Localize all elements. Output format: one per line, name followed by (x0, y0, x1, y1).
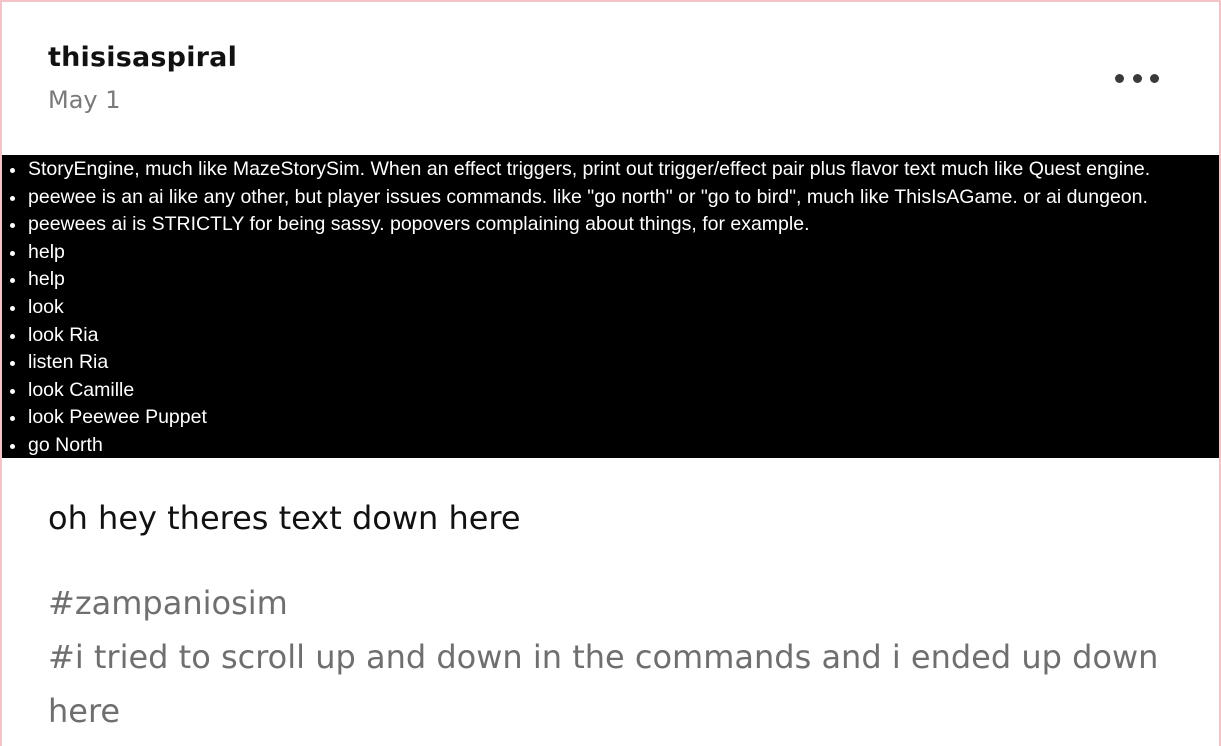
image-list-item: StoryEngine, much like MazeStorySim. Whe… (2, 156, 1219, 184)
post-header: thisisaspiral May 1 (48, 42, 237, 114)
image-list-text: help (28, 240, 65, 263)
post-image: StoryEngine, much like MazeStorySim. Whe… (2, 155, 1219, 458)
bullet-icon (10, 250, 15, 256)
image-list-item: peewees ai is STRICTLY for being sassy. … (2, 211, 1219, 239)
bullet-icon (10, 333, 15, 339)
image-list-text: peewee is an ai like any other, but play… (28, 185, 1148, 208)
image-list-item: look Peewee Puppet (2, 404, 1219, 432)
image-list-text: help (28, 268, 65, 291)
bullet-icon (10, 278, 15, 284)
menu-dot (1115, 73, 1124, 83)
image-list-text: look Ria (28, 323, 99, 346)
image-list-item: peewee is an ai like any other, but play… (2, 184, 1219, 212)
image-list-text: look Peewee Puppet (28, 406, 207, 429)
image-list-text: go North (28, 433, 103, 456)
image-list-item: look (2, 294, 1219, 322)
post-body-text: oh hey theres text down here (48, 499, 521, 537)
bullet-icon (10, 305, 15, 311)
image-list-text: look Camille (28, 378, 135, 401)
image-command-list: StoryEngine, much like MazeStorySim. Whe… (2, 156, 1219, 460)
tag-link[interactable]: #i tried to scroll up and down in the co… (48, 630, 1178, 738)
bullet-icon (10, 195, 15, 201)
bullet-icon (10, 388, 15, 394)
bullet-icon (10, 223, 15, 229)
image-list-text: StoryEngine, much like MazeStorySim. Whe… (28, 158, 1151, 180)
menu-dot (1132, 73, 1142, 83)
tag-link[interactable]: #zampaniosim (48, 576, 1178, 630)
menu-dot (1150, 73, 1159, 83)
image-list-item: listen Ria (2, 349, 1219, 377)
image-list-text: peewees ai is STRICTLY for being sassy. … (28, 213, 810, 236)
image-list-item: look Camille (2, 377, 1219, 405)
post-card: thisisaspiral May 1 StoryEngine, much li… (0, 0, 1221, 746)
post-date[interactable]: May 1 (48, 86, 237, 114)
image-list-text: listen Ria (28, 351, 109, 374)
post-username[interactable]: thisisaspiral (48, 42, 237, 74)
bullet-icon (10, 168, 15, 173)
bullet-icon (10, 361, 15, 367)
image-list-item: look Ria (2, 322, 1219, 350)
bullet-icon (10, 443, 15, 449)
post-tags: #zampaniosim #i tried to scroll up and d… (48, 576, 1178, 738)
image-list-text: look (28, 295, 64, 318)
more-options-icon[interactable] (1115, 70, 1159, 86)
image-list-item: help (2, 239, 1219, 267)
image-list-item: go North (2, 432, 1219, 460)
bullet-icon (10, 416, 15, 422)
image-list-item: help (2, 266, 1219, 294)
